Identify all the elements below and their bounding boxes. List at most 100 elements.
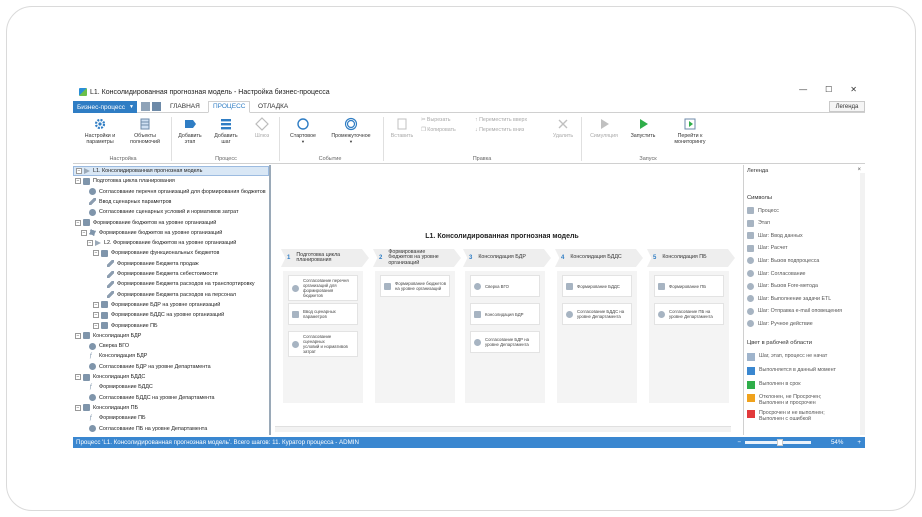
expand-toggle[interactable]: − [76,168,82,174]
tree-item[interactable]: Ввод сценарных параметров [81,197,171,207]
tree-item[interactable]: − Формирование функциональных бюджетов [93,248,219,258]
stage-5[interactable]: 5 Консолидация ПБ [647,249,735,267]
close-button[interactable]: ✕ [850,85,857,94]
tree-item[interactable]: − Консолидация ПБ [75,403,138,413]
tree-item[interactable]: − Формирование ПБ [93,321,158,331]
expand-toggle[interactable]: − [75,374,81,380]
tab-main[interactable]: ГЛАВНАЯ [170,103,200,110]
step-card[interactable]: Согласование БДДС на уровне Департамента [562,303,632,325]
minimize-button[interactable]: — [799,85,807,94]
tree-item[interactable]: − Консолидация БДДС [75,372,145,382]
legend-symbol-item: Шаг: Согласование [747,270,805,277]
expand-toggle[interactable]: − [75,219,81,226]
stage-1[interactable]: 1 Подготовка цикла планирования [281,249,369,267]
tree-item[interactable]: − Подготовка цикла планирования [75,176,175,186]
expand-toggle[interactable]: − [81,229,87,236]
tree-item[interactable]: ƒ Консолидация БДР [81,351,147,361]
tree-item[interactable]: Формирование Бюджета расходов на транспо… [99,279,255,289]
move-down-button[interactable]: ↓ Переместить вниз [475,127,545,133]
settings-params-button[interactable]: Настройки и параметры [79,117,121,145]
objects-button[interactable]: Объекты полномочий [123,117,167,145]
step-icon [658,282,665,290]
step-card[interactable]: Консолидация БДР [470,303,540,325]
legend-symbol-label: Шаг: Вызов подпроцесса [758,257,820,264]
cut-button[interactable]: ✂ Вырезать [421,117,467,123]
maximize-button[interactable]: ☐ [825,85,832,94]
tree-item[interactable]: − Формирование БДДС на уровне организаций [93,310,224,320]
step-card[interactable]: Формирование бюджетов на уровне организа… [380,275,450,297]
expand-toggle[interactable]: − [75,178,81,185]
expand-toggle[interactable]: − [75,332,81,339]
expand-toggle[interactable]: − [75,404,81,411]
zoom-level: 54% [830,439,844,446]
tree-item[interactable]: Согласование БДДС на уровне Департамента [81,393,215,403]
expand-toggle[interactable]: − [87,240,93,247]
zoom-slider[interactable] [744,439,811,446]
go-to-monitoring-button[interactable]: Перейти к мониторингу [667,117,713,145]
zoom-out-button[interactable]: − [737,439,741,446]
simulate-button[interactable]: Симуляция [585,117,623,139]
zoom-slider-knob[interactable] [776,439,783,446]
tab-process[interactable]: ПРОЦЕСС [208,101,251,113]
print-icon[interactable] [152,102,161,111]
tree-item[interactable]: Согласование БДР на уровне Департамента [81,362,211,372]
tree-item[interactable]: Формирование Бюджета себестоимости [99,269,218,279]
step-card[interactable]: Согласование БДР на уровне Департамента [470,331,540,353]
add-stage-button[interactable]: Добавить этап [173,117,207,145]
step-icon [221,119,231,130]
tree-item[interactable]: − Консолидация БДР [75,331,141,341]
step-card[interactable]: Формирование ПБ [654,275,724,297]
legend-color-label: Выполнен в срок [759,381,801,387]
delete-button[interactable]: Удалить [549,117,577,139]
intermediate-event-button[interactable]: Промежуточное ▼ [325,117,377,145]
tree-item[interactable]: Согласование ПБ на уровне Департамента [81,424,207,434]
step-card[interactable]: Ввод сценарных параметров [288,303,358,325]
step-icon [384,282,391,290]
legend-button[interactable]: Легенда [829,101,865,112]
vertical-scrollbar[interactable] [860,173,865,435]
tree-item[interactable]: − L2. Формирование бюджетов на уровне орг… [87,238,236,248]
legend-color-item: Отклонен, не Просрочен; Выполнен и проср… [747,394,821,406]
step-card[interactable]: Согласование ПБ на уровне Департамента [654,303,724,325]
zoom-control: − 54% + [737,437,861,448]
tree-item[interactable]: − Формирование бюджетов на уровне организ… [75,218,216,228]
tree-item[interactable]: Согласование перечня организаций для фор… [81,187,266,197]
move-up-button[interactable]: ↑ Переместить вверх [475,117,545,123]
tree-item[interactable]: − L1. Консолидированная прогнозная модель [73,166,269,176]
business-process-dropdown[interactable]: Бизнес-процесс ▼ [73,101,137,113]
step-card[interactable]: Согласование сценарных условий и нормати… [288,331,358,357]
step-card[interactable]: Формирование БДДС [562,275,632,297]
paste-button[interactable]: Вставить [387,117,417,139]
gateway-button[interactable]: Шлюз [249,117,275,139]
tree-item[interactable]: Согласование сценарных условий и нормати… [81,207,238,217]
stage-icon [185,120,196,128]
stage-2[interactable]: 2 Формирование бюджетов на уровне организ… [373,249,461,267]
tree-item[interactable]: Сверка ВГО [81,341,129,351]
expand-toggle[interactable]: − [93,250,99,257]
stage-4[interactable]: 4 Консолидация БДДС [555,249,643,267]
tree-item[interactable]: − Формирование БДР на уровне организаций [93,300,220,310]
tree-item[interactable]: ƒ Формирование БДДС [81,382,153,392]
tree-item[interactable]: ƒ Формирование ПБ [81,413,146,423]
start-event-button[interactable]: Стартовое ▼ [283,117,323,145]
expand-toggle[interactable]: − [93,322,99,329]
legend-symbol-item: Шаг: Ручное действие [747,320,813,328]
save-icon[interactable] [141,102,150,111]
stage-3[interactable]: 3 Консолидация БДР [463,249,551,267]
stage-label: Консолидация ПБ [662,254,707,261]
tree-item[interactable]: Формирование Бюджета продаж [99,259,199,269]
add-step-button[interactable]: Добавить шаг [209,117,243,145]
copy-button[interactable]: ❐ Копировать [421,127,467,133]
tree-item[interactable]: − Формирование бюджетов на уровне организ… [81,228,222,238]
tree-item[interactable]: Формирование Бюджета расходов на персона… [99,290,236,300]
user-icon [89,208,96,216]
run-button[interactable]: Запустить [625,117,661,139]
step-icon [566,310,573,318]
expand-toggle[interactable]: − [93,312,99,319]
step-card[interactable]: Сверка ВГО [470,275,540,297]
step-card[interactable]: Согласование перечня организаций для фор… [288,275,358,301]
horizontal-scrollbar[interactable] [275,426,731,432]
zoom-in-button[interactable]: + [857,439,861,446]
expand-toggle[interactable]: − [93,301,99,308]
tab-debug[interactable]: ОТЛАДКА [258,103,288,110]
